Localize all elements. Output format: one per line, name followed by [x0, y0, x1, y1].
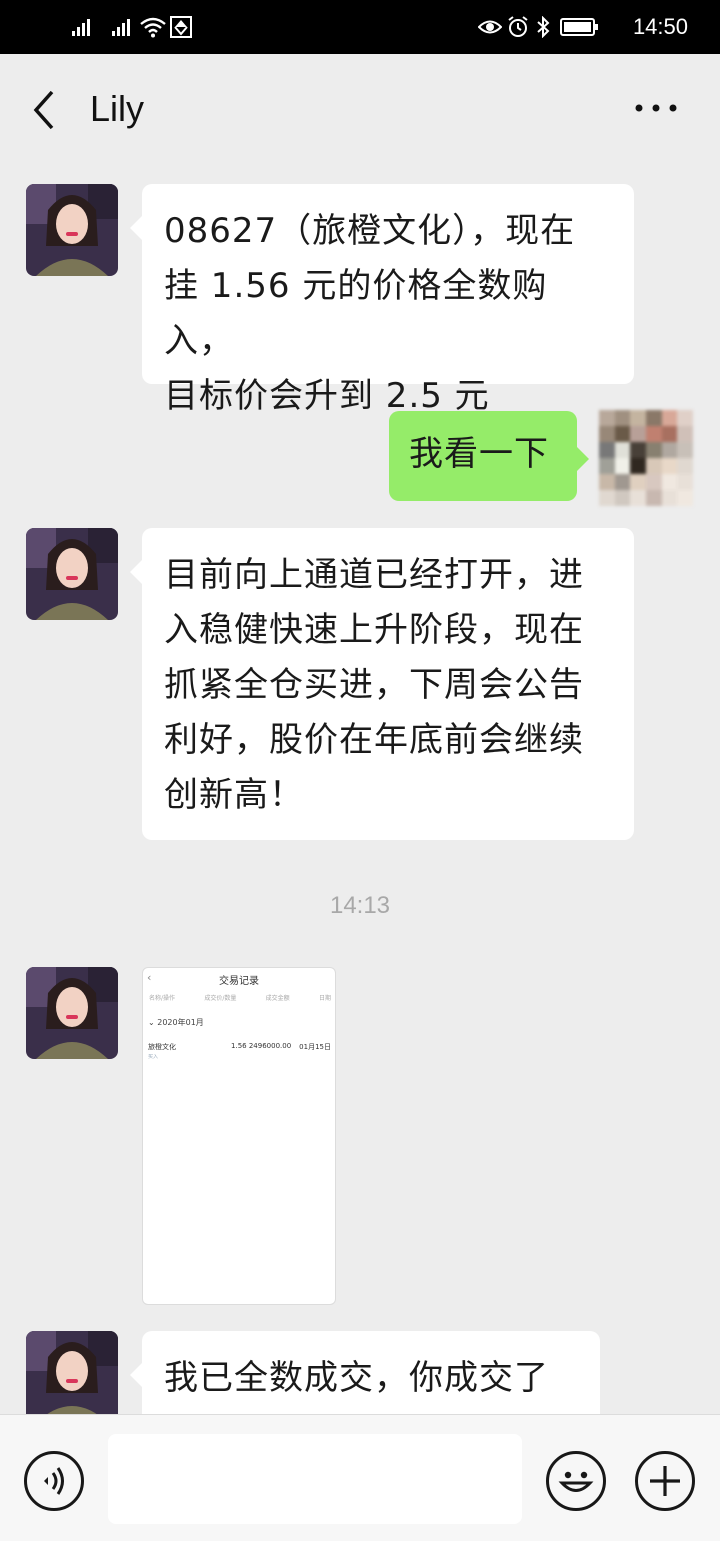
chevron-left-icon [33, 90, 54, 130]
plus-icon [650, 1466, 680, 1496]
message-line: 我看一下 [409, 434, 549, 474]
image-row-price: 1.56 2496000.00 [231, 1042, 292, 1050]
status-bar: 14:50 [0, 0, 720, 54]
emoji-icon [558, 1471, 594, 1492]
emoji-button[interactable] [546, 1451, 606, 1511]
message-line: 创新高！ [164, 775, 304, 815]
contact-avatar[interactable] [26, 184, 118, 276]
image-row-name: 旅橙文化 [148, 1043, 176, 1051]
chat-header: Lily [0, 54, 720, 164]
image-column: 成交金额 [265, 995, 290, 1002]
image-row: 旅橙文化 1.56 2496000.00 01月15日 [148, 1042, 331, 1052]
image-month-label: 2020年01月 [157, 1018, 204, 1027]
voice-icon [44, 1467, 64, 1495]
contact-avatar[interactable] [26, 967, 118, 1059]
alarm-icon [507, 12, 529, 42]
image-columns: 名称/操作 成交价/数量 成交金额 日期 [149, 993, 331, 1002]
message-line: 目前向上通道已经打开，进 [164, 555, 584, 595]
image-title: 交易记录 [219, 976, 259, 987]
wifi-icon [140, 12, 166, 42]
bluetooth-icon [536, 12, 550, 42]
data-icon [170, 12, 192, 42]
message-line: 08627（旅橙文化），现在 [164, 211, 576, 251]
signal-icon [112, 19, 130, 36]
image-column: 成交价/数量 [204, 995, 237, 1002]
image-row-date: 01月15日 [299, 1043, 331, 1051]
contact-avatar[interactable] [26, 1331, 118, 1423]
battery-icon [560, 12, 600, 42]
message-line: 抓紧全仓买进，下周会公告 [164, 665, 584, 705]
contact-avatar[interactable] [26, 528, 118, 620]
message-line: 挂 1.56 元的价格全数购入， [164, 266, 548, 361]
plus-button[interactable] [635, 1451, 695, 1511]
eye-icon [478, 12, 502, 42]
image-column: 日期 [318, 995, 331, 1002]
more-button[interactable] [634, 100, 678, 116]
status-time: 14:50 [632, 14, 688, 39]
more-icon [635, 104, 677, 112]
message-bubble-self[interactable]: 我看一下 [389, 411, 589, 501]
message-line: 利好，股价在年底前会继续 [164, 720, 584, 760]
image-column: 名称/操作 [149, 995, 176, 1002]
message-bubble[interactable]: 目前向上通道已经打开，进 入稳健快速上升阶段，现在 抓紧全仓买进，下周会公告 利… [130, 528, 634, 840]
voice-button[interactable] [24, 1451, 84, 1511]
message-bubble[interactable]: 08627（旅橙文化），现在 挂 1.56 元的价格全数购入， 目标价会升到 2… [130, 184, 634, 416]
message-input[interactable] [108, 1434, 522, 1524]
input-bar [0, 1414, 720, 1541]
back-button[interactable] [28, 88, 62, 132]
image-message[interactable]: ‹ 交易记录 名称/操作 成交价/数量 成交金额 日期 ⌄ 2020年01月 旅… [142, 967, 336, 1305]
chat-title: Lily [90, 88, 145, 129]
message-line: 我已全数成交，你成交了 [164, 1358, 549, 1398]
message-line: 入稳健快速上升阶段，现在 [164, 610, 584, 650]
image-month: ⌄ 2020年01月 [148, 1018, 204, 1027]
self-avatar[interactable] [599, 410, 693, 506]
signal-icon [72, 19, 90, 36]
image-row-sub: 买入 [148, 1054, 159, 1060]
message-timestamp: 14:13 [329, 892, 391, 919]
